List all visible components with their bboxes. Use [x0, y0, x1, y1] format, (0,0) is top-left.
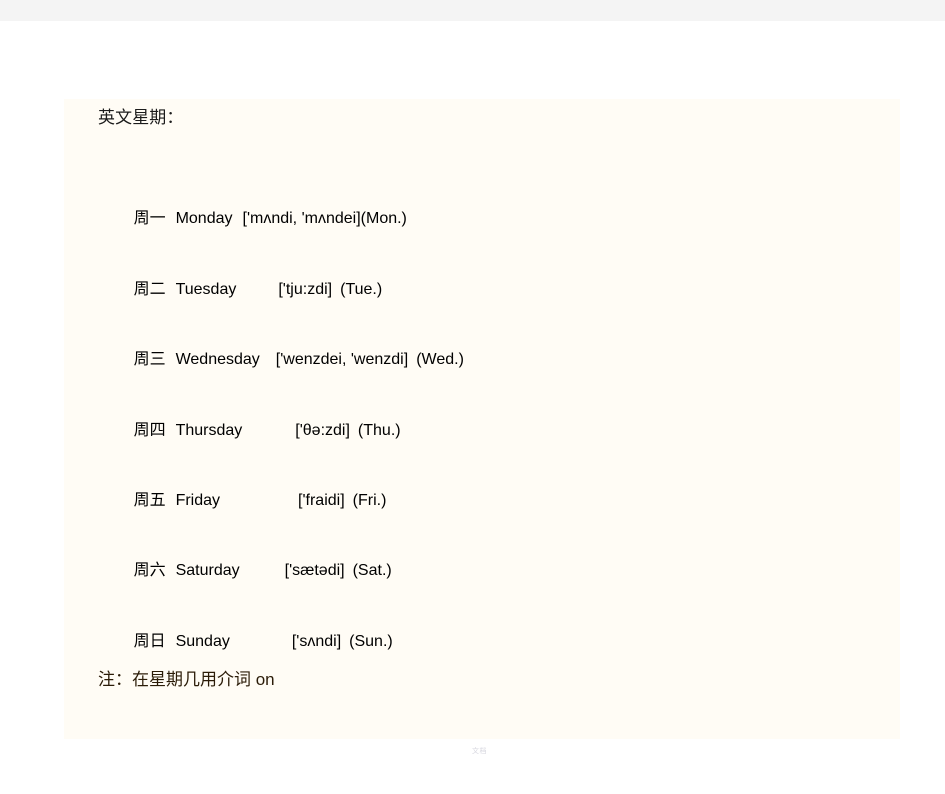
window-top-band	[0, 0, 945, 21]
row-english-word: Wednesday	[175, 351, 260, 368]
row-phonetic: ['mʌndi, 'mʌndei]	[242, 210, 361, 227]
row-abbreviation: (Tue.)	[340, 281, 383, 298]
note-text: 注：在星期几用介词 on	[98, 670, 275, 689]
row-chinese-label: 周三	[133, 351, 166, 368]
document-content-block: 英文星期： 周一 Monday ['mʌndi, 'mʌndei](Mon.) 周二…	[64, 99, 900, 739]
row-english-word: Friday	[175, 492, 221, 509]
row-english-word: Saturday	[175, 562, 240, 579]
row-phonetic: ['fraidi]	[298, 492, 345, 509]
page-title: 英文星期：	[98, 108, 184, 127]
row-english-word: Monday	[175, 210, 233, 227]
table-row: 周一 Monday ['mʌndi, 'mʌndei](Mon.)	[98, 186, 407, 246]
table-row: 周日 Sunday ['sʌndi] (Sun.)	[98, 609, 393, 669]
table-row: 周四 Thursday ['θə:zdi] (Thu.)	[98, 398, 401, 458]
table-row: 周二 Tuesday ['tju:zdi] (Tue.)	[98, 257, 383, 317]
row-phonetic: ['θə:zdi]	[295, 422, 350, 439]
row-english-word: Sunday	[175, 633, 230, 650]
row-phonetic: ['tju:zdi]	[278, 281, 333, 298]
row-chinese-label: 周日	[133, 633, 166, 650]
row-abbreviation: (Sun.)	[349, 633, 393, 650]
page-watermark: 文档	[472, 747, 487, 755]
row-abbreviation: (Sat.)	[352, 562, 392, 579]
row-chinese-label: 周二	[133, 281, 166, 298]
row-chinese-label: 周四	[133, 422, 166, 439]
row-chinese-label: 周六	[133, 562, 166, 579]
row-english-word: Thursday	[175, 422, 243, 439]
table-row: 周三 Wednesday ['wenzdei, 'wenzdi] (Wed.)	[98, 327, 464, 387]
table-row: 周五 Friday ['fraidi] (Fri.)	[98, 468, 387, 528]
page-sheet: 英文星期： 周一 Monday ['mʌndi, 'mʌndei](Mon.) 周二…	[0, 21, 945, 794]
table-row: 周六 Saturday ['sætədi] (Sat.)	[98, 538, 392, 598]
row-chinese-label: 周一	[133, 210, 166, 227]
row-abbreviation: (Thu.)	[357, 422, 401, 439]
row-phonetic: ['sʌndi]	[291, 633, 342, 650]
row-phonetic: ['sætədi]	[284, 562, 345, 579]
row-abbreviation: (Mon.)	[360, 210, 407, 227]
row-abbreviation: (Fri.)	[352, 492, 387, 509]
row-english-word: Tuesday	[175, 281, 237, 298]
row-chinese-label: 周五	[133, 492, 166, 509]
row-abbreviation: (Wed.)	[416, 351, 464, 368]
row-phonetic: ['wenzdei, 'wenzdi]	[275, 351, 409, 368]
